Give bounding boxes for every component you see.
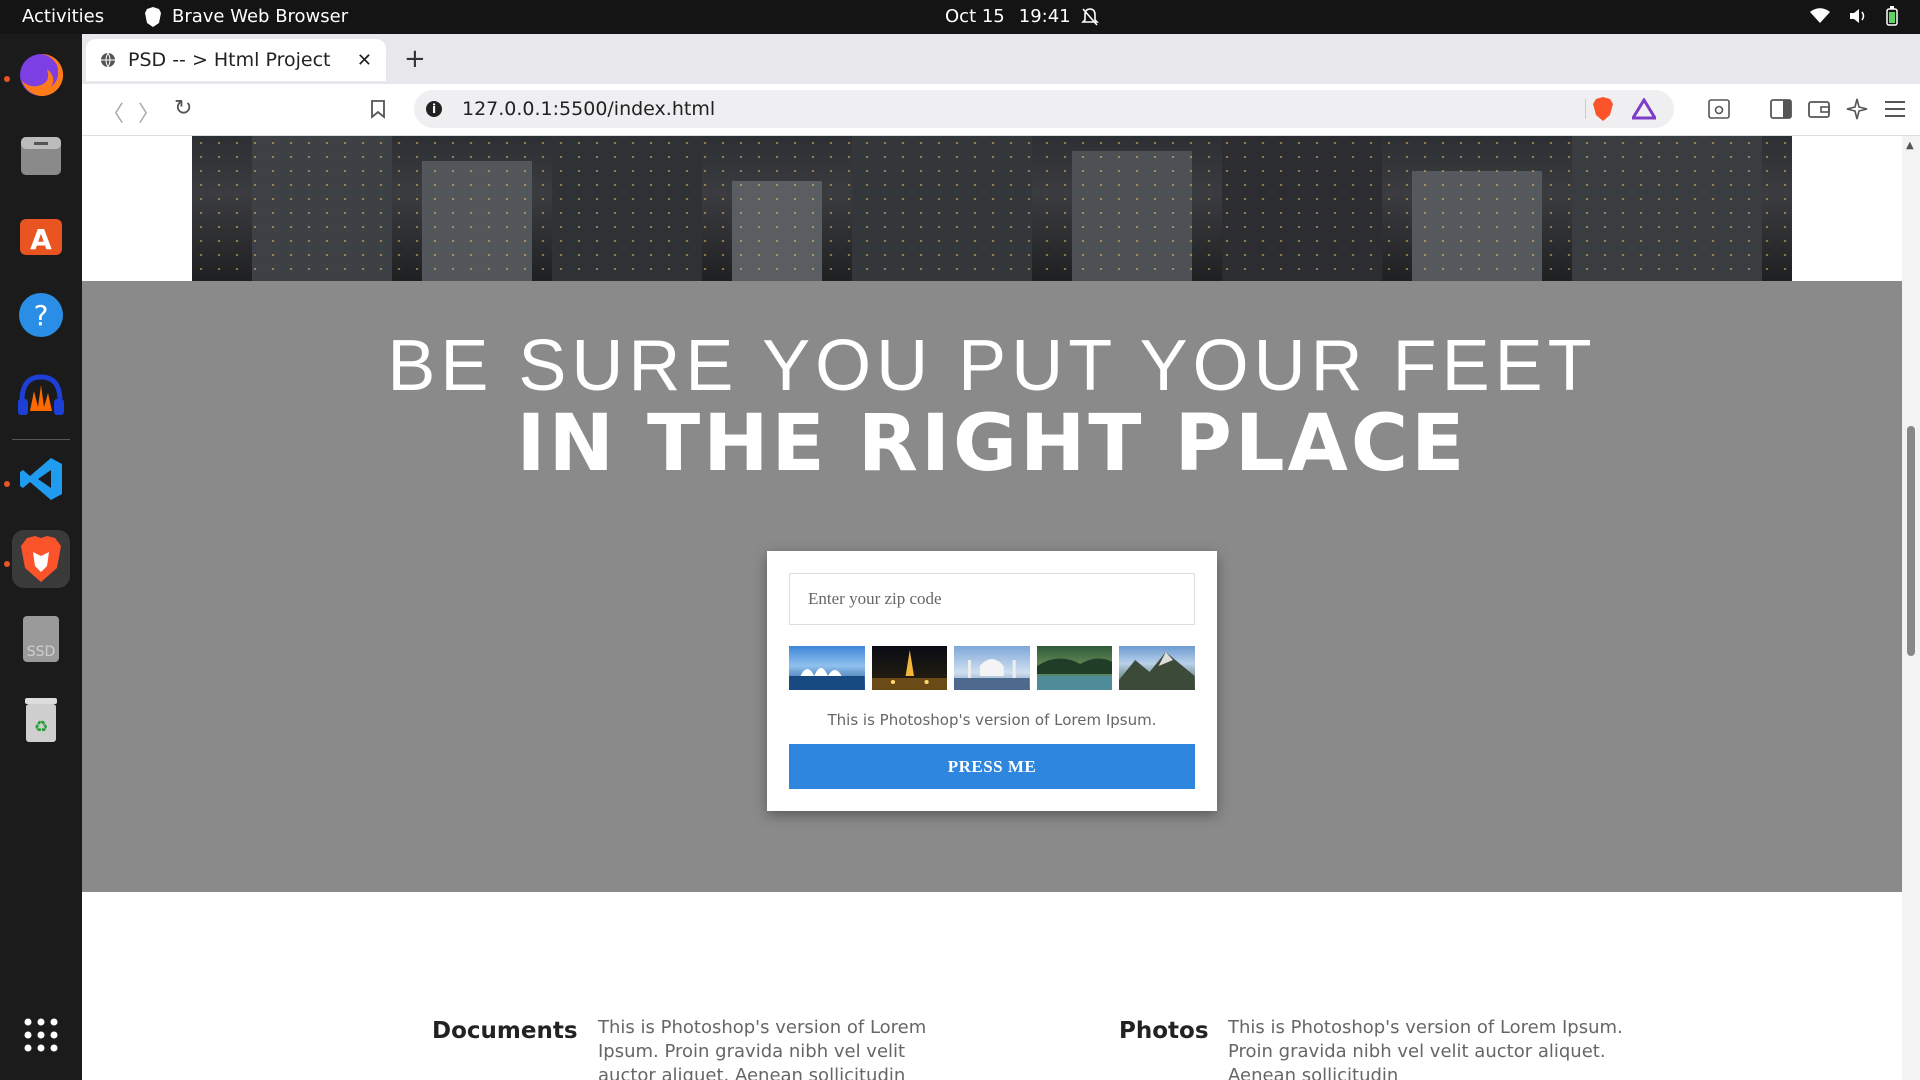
svg-text:A: A: [30, 223, 52, 256]
help-launcher[interactable]: ?: [12, 286, 70, 344]
help-icon: ?: [19, 293, 63, 337]
feature-text-documents: This is Photoshop's version of Lorem Ips…: [598, 1017, 927, 1080]
app-center-launcher[interactable]: A: [12, 206, 70, 264]
volume-icon: [1850, 9, 1865, 23]
feature-text-photos: This is Photoshop's version of Lorem Ips…: [1228, 1017, 1623, 1080]
app-name: Brave Web Browser: [172, 6, 349, 27]
thumbnail-taj-mahal[interactable]: [954, 646, 1030, 690]
svg-text:?: ?: [34, 299, 49, 332]
destination-thumbnails: [789, 646, 1195, 690]
tab-strip: PSD -- > Html Project ✕ +: [82, 34, 1920, 84]
site-info-icon[interactable]: i: [426, 101, 442, 117]
hero-heading-line1: BE SURE YOU PUT YOUR FEET: [387, 326, 1597, 406]
menu-icon[interactable]: [1884, 100, 1906, 118]
thumbnail-river[interactable]: [1036, 646, 1113, 690]
feature-title-photos: Photos: [1119, 1018, 1209, 1044]
thumbnail-sydney[interactable]: [789, 646, 865, 690]
audacity-icon: [18, 374, 64, 415]
reader-mode-icon[interactable]: [1708, 99, 1730, 119]
card-caption: This is Photoshop's version of Lorem Ips…: [827, 711, 1157, 729]
vscode-launcher[interactable]: [12, 450, 70, 508]
time: 19:41: [1018, 6, 1071, 27]
system-top-bar: Activities Brave Web Browser Oct 15 19:4…: [0, 0, 1920, 34]
app-menu[interactable]: Brave Web Browser: [144, 6, 348, 27]
page-scrollbar[interactable]: ▲: [1902, 136, 1920, 1080]
firefox-icon: [20, 53, 64, 96]
urlbar-divider: [1585, 99, 1586, 119]
date: Oct 15: [945, 6, 1005, 27]
url-text: 127.0.0.1:5500/index.html: [462, 98, 716, 120]
vscode-icon: [20, 458, 62, 500]
browser-toolbar: 〈 〉 ↻ i 127.0.0.1:5500/index.html: [82, 84, 1920, 136]
browser-window: PSD -- > Html Project ✕ + 〈 〉 ↻ i 127.0.…: [82, 34, 1920, 1080]
thumbnail-mountain[interactable]: [1119, 646, 1195, 690]
brave-launcher[interactable]: [12, 530, 70, 588]
back-icon[interactable]: 〈: [102, 96, 124, 128]
city-banner-image: [192, 136, 1792, 281]
scroll-up-arrow-icon[interactable]: ▲: [1906, 140, 1914, 151]
running-indicator: [4, 76, 10, 82]
globe-icon: [101, 52, 115, 68]
clock[interactable]: Oct 15 19:41: [945, 6, 1071, 27]
tab-title: PSD -- > Html Project: [128, 49, 331, 71]
bookmark-icon[interactable]: [370, 99, 386, 119]
brave-shields-icon[interactable]: [1592, 97, 1614, 121]
dock-separator: [12, 439, 70, 440]
activities-button[interactable]: Activities: [22, 6, 104, 27]
press-me-button[interactable]: PRESS ME: [789, 744, 1195, 789]
app-grid-icon: [24, 1018, 58, 1052]
wifi-icon: [1810, 8, 1830, 23]
feature-title-documents: Documents: [432, 1018, 578, 1044]
svg-text:♻: ♻: [34, 717, 48, 736]
battery-icon: [1886, 6, 1898, 26]
features-section: Documents This is Photoshop's version of…: [82, 892, 1902, 1080]
dock: A ? SSD ♻: [0, 34, 82, 1080]
trash-icon: ♻: [25, 698, 57, 742]
address-bar[interactable]: i 127.0.0.1:5500/index.html: [414, 90, 1674, 128]
audacity-launcher[interactable]: [12, 366, 70, 424]
show-apps-button[interactable]: [12, 1006, 70, 1064]
hero-heading-line2: IN THE RIGHT PLACE: [516, 399, 1468, 489]
page-viewport: BE SURE YOU PUT YOUR FEET IN THE RIGHT P…: [82, 136, 1902, 1080]
search-card: This is Photoshop's version of Lorem Ips…: [767, 551, 1217, 811]
forward-icon[interactable]: 〉: [138, 96, 160, 128]
thumbnail-eiffel[interactable]: [871, 646, 948, 690]
running-indicator: [4, 561, 10, 567]
tab-active[interactable]: PSD -- > Html Project ✕: [86, 39, 386, 81]
notifications-muted-icon[interactable]: [1080, 7, 1100, 27]
ssd-drive-icon: SSD: [23, 616, 59, 662]
scrollbar-thumb[interactable]: [1907, 426, 1915, 656]
reload-icon[interactable]: ↻: [174, 96, 192, 121]
files-launcher[interactable]: [12, 126, 70, 184]
firefox-launcher[interactable]: [12, 46, 70, 104]
new-tab-button[interactable]: +: [404, 44, 426, 74]
close-tab-icon[interactable]: ✕: [357, 50, 372, 71]
sidebar-icon[interactable]: [1770, 99, 1792, 119]
hero-section: BE SURE YOU PUT YOUR FEET IN THE RIGHT P…: [82, 281, 1902, 892]
app-store-icon: A: [20, 219, 62, 256]
brave-icon: [21, 536, 61, 582]
brave-rewards-icon[interactable]: [1632, 98, 1656, 120]
files-icon: [21, 137, 61, 175]
brave-lion-icon: [145, 6, 161, 27]
system-tray[interactable]: [1810, 6, 1898, 26]
wallet-icon[interactable]: [1808, 99, 1830, 119]
leo-ai-icon[interactable]: [1846, 98, 1868, 120]
ssd-drive-launcher[interactable]: SSD: [12, 610, 70, 668]
trash-launcher[interactable]: ♻: [12, 690, 70, 748]
running-indicator: [4, 481, 10, 487]
zip-code-input[interactable]: [789, 573, 1195, 625]
svg-text:SSD: SSD: [27, 644, 56, 660]
